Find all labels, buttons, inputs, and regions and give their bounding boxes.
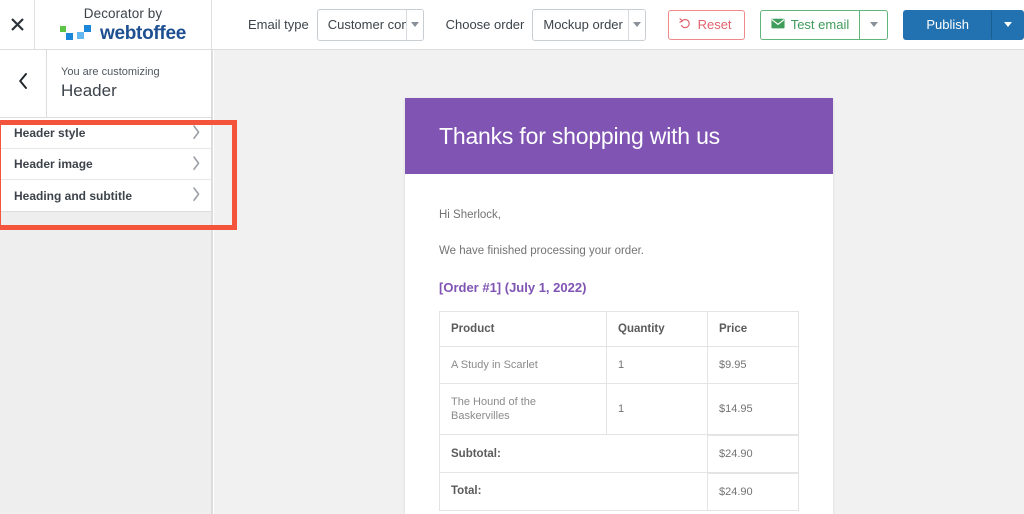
back-button[interactable] (0, 50, 47, 117)
customizer-sidebar: You are customizing Header Header style … (0, 50, 213, 514)
reset-label: Reset (697, 17, 732, 32)
column-header-product: Product (439, 311, 607, 347)
sidebar-item-label: Header image (14, 157, 93, 171)
email-type-value: Customer completed or... (327, 17, 406, 32)
chevron-right-icon (193, 155, 200, 173)
publish-button-group: Publish (903, 9, 1024, 40)
cell-price: $14.95 (707, 383, 799, 435)
webtoffee-wordmark: webtoffee (100, 23, 186, 44)
chevron-down-icon (411, 22, 420, 27)
top-toolbar: Decorator by webtoffee Email type Custom… (0, 0, 1024, 50)
email-body: Hi Sherlock, We have finished processing… (405, 174, 833, 514)
table-row-total: Total: $24.90 (439, 471, 799, 511)
test-email-label: Test email (790, 17, 850, 32)
test-email-button-group: Test email (759, 9, 889, 40)
column-header-price: Price (707, 311, 799, 347)
cell-product: A Study in Scarlet (439, 346, 607, 384)
order-table-foot: Subtotal: $24.90 Total: $24.90 (439, 433, 799, 511)
sidebar-item-heading-and-subtitle[interactable]: Heading and subtitle (0, 180, 212, 211)
table-row: A Study in Scarlet 1 $9.95 (439, 346, 799, 384)
chevron-down-icon (869, 22, 878, 27)
customizing-label: You are customizing (61, 66, 160, 78)
panel-title-wrap: You are customizing Header (47, 65, 160, 102)
table-row: The Hound of the Baskervilles 1 $14.95 (439, 383, 799, 435)
reset-button[interactable]: Reset (667, 9, 745, 40)
cell-product: The Hound of the Baskervilles (439, 383, 607, 435)
brand-tagline: Decorator by (83, 6, 163, 21)
sidebar-item-label: Header style (14, 126, 86, 140)
cell-quantity: 1 (606, 383, 708, 435)
table-row-subtotal: Subtotal: $24.90 (439, 433, 799, 473)
test-email-button[interactable]: Test email (759, 9, 860, 40)
page-title: Header (61, 81, 117, 100)
subtotal-value: $24.90 (707, 433, 799, 473)
chevron-down-icon (632, 22, 641, 27)
cell-quantity: 1 (606, 346, 708, 384)
table-header-row: Product Quantity Price (439, 311, 799, 347)
email-preview-card: Thanks for shopping with us Hi Sherlock,… (405, 98, 833, 514)
brand-block: Decorator by webtoffee (35, 0, 212, 49)
webtoffee-logo-mark-icon (60, 25, 96, 42)
subtotal-label: Subtotal: (439, 434, 708, 473)
chevron-right-icon (193, 187, 200, 205)
choose-order-label: Choose order (445, 17, 525, 32)
chevron-down-icon (1004, 22, 1013, 27)
close-customizer-button[interactable] (0, 0, 35, 49)
choose-order-value: Mockup order (543, 17, 623, 32)
email-type-label: Email type (248, 17, 309, 32)
cell-price: $9.95 (707, 346, 799, 384)
email-preview-area: Thanks for shopping with us Hi Sherlock,… (214, 50, 1024, 514)
chevron-right-icon (193, 124, 200, 142)
envelope-icon (771, 17, 785, 32)
publish-button[interactable]: Publish (903, 9, 993, 40)
test-email-dropdown-toggle[interactable] (859, 9, 889, 40)
order-items-table: Product Quantity Price A Study in Scarle… (439, 311, 799, 511)
email-heading: Thanks for shopping with us (439, 122, 720, 149)
order-table-body: A Study in Scarlet 1 $9.95 The Hound of … (439, 346, 799, 435)
column-header-quantity: Quantity (606, 311, 708, 347)
email-header-banner: Thanks for shopping with us (405, 98, 833, 174)
undo-arrow-icon (678, 17, 692, 33)
choose-order-select[interactable]: Mockup order (532, 8, 647, 41)
sidebar-item-header-image[interactable]: Header image (0, 149, 212, 180)
order-table-head: Product Quantity Price (439, 311, 799, 347)
sidebar-item-label: Heading and subtitle (14, 188, 133, 203)
choose-order-dropdown-toggle[interactable] (627, 9, 646, 40)
total-label: Total: (439, 472, 708, 511)
publish-dropdown-toggle[interactable] (992, 9, 1024, 40)
sidebar-section-list: Header style Header image Heading and su… (0, 118, 212, 212)
email-type-dropdown-toggle[interactable] (405, 9, 424, 40)
sidebar-item-header-style[interactable]: Header style (0, 118, 212, 149)
email-type-select[interactable]: Customer completed or... (316, 8, 425, 41)
total-value: $24.90 (707, 471, 799, 511)
panel-header: You are customizing Header (0, 50, 212, 118)
toolbar-controls: Email type Customer completed or... Choo… (213, 0, 1024, 49)
close-icon (10, 18, 24, 31)
email-intro: We have finished processing your order. (439, 245, 644, 257)
webtoffee-logo: webtoffee (60, 24, 186, 43)
order-title: [Order #1] (July 1, 2022) (439, 280, 587, 295)
sidebar-divider (211, 50, 212, 514)
chevron-left-icon (18, 73, 29, 94)
email-greeting: Hi Sherlock, (439, 209, 501, 221)
